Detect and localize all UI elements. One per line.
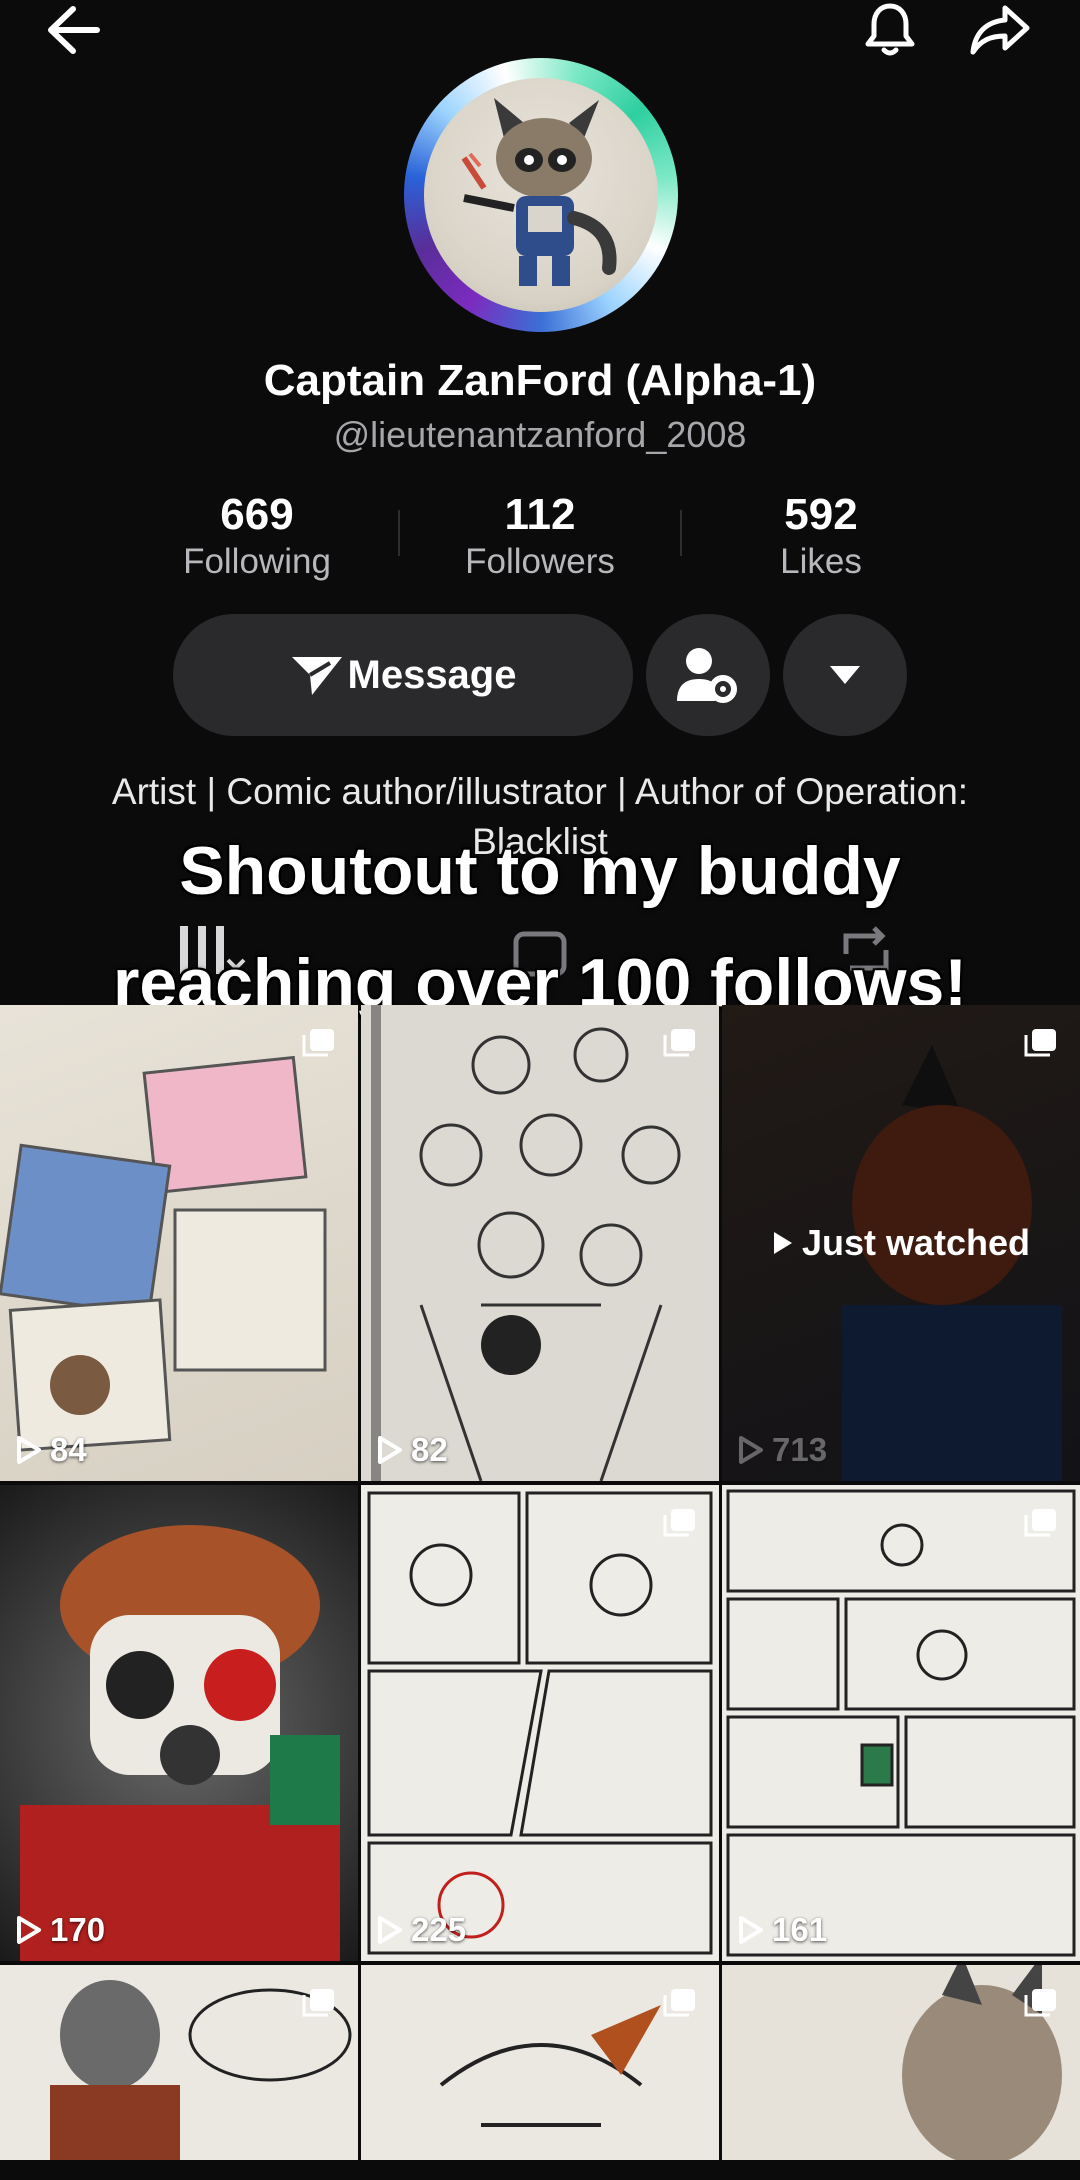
send-icon bbox=[291, 657, 342, 695]
avatar-image bbox=[424, 78, 658, 312]
view-count: 170 bbox=[16, 1911, 105, 1949]
likes-label: Likes bbox=[780, 542, 862, 581]
message-button[interactable]: Message bbox=[173, 614, 633, 736]
notifications-button[interactable] bbox=[855, 0, 925, 60]
likes-count: 592 bbox=[784, 490, 858, 539]
multi-image-icon bbox=[1024, 1509, 1056, 1537]
following-label: Following bbox=[183, 542, 331, 581]
stat-followers[interactable]: 112 Followers bbox=[420, 490, 660, 582]
view-count: 84 bbox=[16, 1431, 87, 1469]
multi-image-icon bbox=[302, 1029, 334, 1057]
multi-image-icon bbox=[663, 1029, 695, 1057]
multi-image-icon bbox=[1024, 1989, 1056, 2017]
back-button[interactable] bbox=[38, 0, 108, 60]
following-count: 669 bbox=[220, 490, 294, 539]
video-tile[interactable]: 161 bbox=[722, 1485, 1080, 1961]
play-icon bbox=[739, 1436, 763, 1464]
chevron-down-icon bbox=[830, 666, 860, 684]
add-friend-settings-icon bbox=[677, 648, 737, 703]
view-count: 82 bbox=[377, 1431, 448, 1469]
multi-image-icon bbox=[302, 1989, 334, 2017]
play-icon bbox=[773, 1232, 792, 1254]
more-options-button[interactable] bbox=[783, 614, 907, 736]
followers-label: Followers bbox=[465, 542, 615, 581]
video-tile[interactable]: 225 bbox=[361, 1485, 719, 1961]
just-watched-overlay: Just watched bbox=[722, 1005, 1080, 1481]
multi-image-icon bbox=[663, 1989, 695, 2017]
multi-image-icon bbox=[663, 1509, 695, 1537]
video-tile[interactable]: 170 bbox=[0, 1485, 358, 1961]
caption-line-1: Shoutout to my buddy bbox=[178, 832, 902, 911]
video-tile[interactable] bbox=[361, 1965, 719, 2165]
video-tile[interactable]: 84 bbox=[0, 1005, 358, 1481]
play-icon bbox=[378, 1436, 402, 1464]
bottom-edge bbox=[0, 2160, 1080, 2180]
stat-divider bbox=[398, 510, 400, 556]
stat-likes[interactable]: 592 Likes bbox=[701, 490, 941, 582]
view-count: 225 bbox=[377, 1911, 466, 1949]
play-icon bbox=[17, 1916, 41, 1944]
share-button[interactable] bbox=[965, 0, 1035, 60]
followers-count: 112 bbox=[504, 490, 576, 539]
display-name: Captain ZanFord (Alpha-1) bbox=[263, 356, 817, 405]
play-icon bbox=[17, 1436, 41, 1464]
stat-divider bbox=[680, 510, 682, 556]
play-icon bbox=[739, 1916, 763, 1944]
view-count: 713 bbox=[738, 1431, 827, 1469]
share-icon bbox=[970, 5, 1030, 55]
play-icon bbox=[378, 1916, 402, 1944]
video-tile[interactable]: 82 bbox=[361, 1005, 719, 1481]
video-tile[interactable] bbox=[722, 1965, 1080, 2165]
video-tile[interactable] bbox=[0, 1965, 358, 2165]
stat-following[interactable]: 669 Following bbox=[137, 490, 377, 582]
bell-icon bbox=[865, 3, 915, 56]
view-count: 161 bbox=[738, 1911, 827, 1949]
add-friend-settings-button[interactable] bbox=[646, 614, 770, 736]
avatar[interactable] bbox=[404, 58, 678, 332]
multi-image-icon bbox=[1024, 1029, 1056, 1057]
back-arrow-icon bbox=[48, 6, 100, 54]
username-handle: @lieutenantzanford_2008 bbox=[333, 414, 747, 455]
video-tile[interactable]: Just watched 713 bbox=[722, 1005, 1080, 1481]
message-button-label: Message bbox=[347, 652, 517, 697]
